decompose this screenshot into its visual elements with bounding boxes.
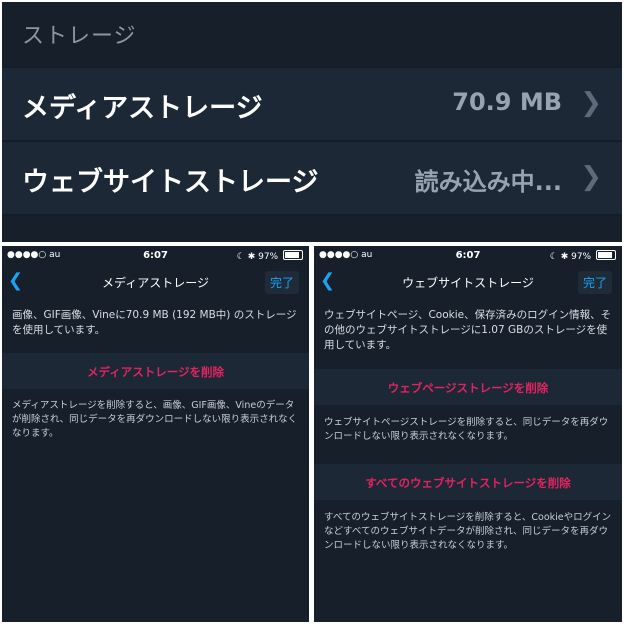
delete-webpage-storage-button[interactable]: ウェブページストレージを削除 [314, 369, 622, 405]
storage-settings-zoom: ストレージ メディアストレージ 70.9 MB ❯ ウェブサイトストレージ 読み… [2, 2, 622, 242]
moon-icon: ☾ [549, 252, 558, 262]
chevron-right-icon: ❯ [580, 88, 602, 118]
status-right: ☾ ✱ 97% [550, 250, 616, 262]
battery-icon [283, 250, 303, 260]
status-right: ☾ ✱ 97% [237, 250, 303, 262]
website-storage-label: ウェブサイトストレージ [22, 167, 319, 198]
page-title: メディアストレージ [102, 276, 209, 290]
delete-media-storage-button[interactable]: メディアストレージを削除 [2, 353, 309, 389]
delete-all-website-note: すべてのウェブサイトストレージを削除すると、Cookieやログインなどすべてのウ… [324, 512, 612, 551]
navigation-bar: ❮ ウェブサイトストレージ 完了 [314, 266, 622, 296]
navigation-bar: ❮ メディアストレージ 完了 [2, 266, 309, 296]
battery-percent: 97% [258, 252, 279, 262]
website-storage-value: 読み込み中... [414, 168, 562, 196]
media-storage-label: メディアストレージ [22, 93, 263, 124]
website-storage-screen: ●●●●○ au 6:07 ☾ ✱ 97% ❮ ウェブサイトストレージ 完了 ウ… [314, 246, 622, 622]
delete-media-storage-label: メディアストレージを削除 [87, 365, 224, 379]
delete-all-website-storage-button[interactable]: すべてのウェブサイトストレージを削除 [314, 464, 622, 500]
done-button[interactable]: 完了 [264, 271, 299, 294]
media-storage-value: 70.9 MB [452, 88, 562, 116]
bluetooth-icon: ✱ [247, 252, 256, 262]
status-bar: ●●●●○ au 6:07 ☾ ✱ 97% [314, 246, 622, 266]
media-storage-row[interactable]: メディアストレージ 70.9 MB ❯ [2, 68, 622, 140]
battery-icon [596, 250, 616, 260]
page-title: ウェブサイトストレージ [402, 276, 534, 290]
website-storage-row[interactable]: ウェブサイトストレージ 読み込み中... ❯ [2, 142, 622, 214]
section-footer [2, 216, 622, 242]
delete-webpage-note: ウェブサイトページストレージを削除すると、同じデータを再ダウンロードしない限り表… [324, 417, 609, 442]
section-header: ストレージ [2, 2, 622, 66]
status-bar: ●●●●○ au 6:07 ☾ ✱ 97% [2, 246, 309, 266]
storage-description: ウェブサイトページ、Cookie、保存済みのログイン情報、その他のウェブサイトス… [324, 309, 612, 351]
delete-webpage-storage-label: ウェブページストレージを削除 [387, 381, 549, 395]
storage-description: 画像、GIF画像、Vineに70.9 MB (192 MB中) のストレージを使… [12, 309, 297, 336]
done-button[interactable]: 完了 [577, 271, 612, 294]
moon-icon: ☾ [236, 252, 245, 262]
bluetooth-icon: ✱ [560, 252, 569, 262]
battery-percent: 97% [571, 252, 592, 262]
media-storage-screen: ●●●●○ au 6:07 ☾ ✱ 97% ❮ メディアストレージ 完了 画像、… [2, 246, 309, 622]
delete-media-note: メディアストレージを削除すると、画像、GIF画像、Vineのデータが削除され、同… [12, 400, 298, 439]
delete-all-website-storage-label: すべてのウェブサイトストレージを削除 [365, 476, 571, 490]
chevron-right-icon: ❯ [580, 162, 602, 192]
section-header-label: ストレージ [22, 24, 137, 49]
